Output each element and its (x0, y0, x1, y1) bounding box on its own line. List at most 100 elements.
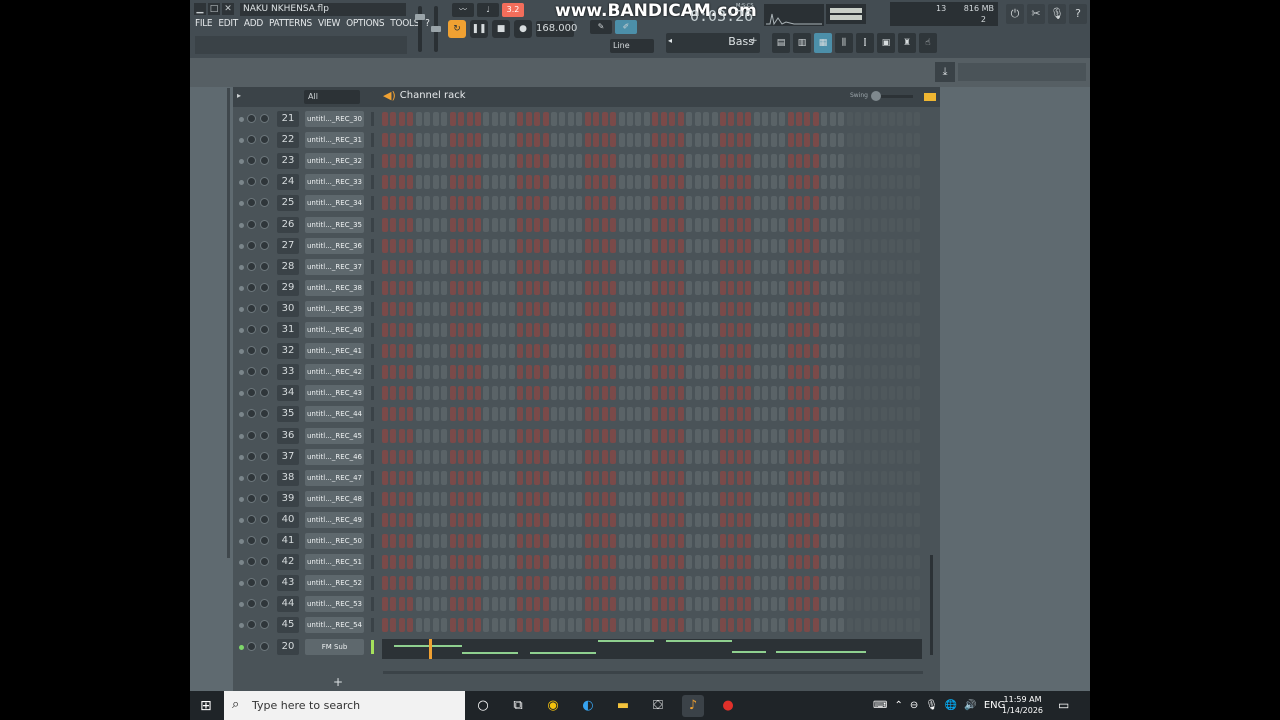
step-button[interactable] (771, 112, 777, 126)
step-button[interactable] (813, 534, 819, 548)
step-button[interactable] (864, 133, 870, 147)
step-button[interactable] (669, 555, 675, 569)
step-button[interactable] (627, 576, 633, 590)
step-button[interactable] (830, 196, 836, 210)
step-button[interactable] (754, 555, 760, 569)
step-button[interactable] (686, 302, 692, 316)
mixer-track-number[interactable]: 25 (277, 195, 299, 211)
step-button[interactable] (712, 597, 718, 611)
step-button[interactable] (703, 281, 709, 295)
step-button[interactable] (475, 597, 481, 611)
tools-icon[interactable]: ✂ (1027, 4, 1045, 24)
step-button[interactable] (568, 555, 574, 569)
step-button[interactable] (644, 513, 650, 527)
step-button[interactable] (576, 407, 582, 421)
step-button[interactable] (754, 365, 760, 379)
step-button[interactable] (390, 407, 396, 421)
step-button[interactable] (475, 555, 481, 569)
step-button[interactable] (720, 281, 726, 295)
step-button[interactable] (467, 154, 473, 168)
step-button[interactable] (788, 196, 794, 210)
step-button[interactable] (635, 365, 641, 379)
channel-select-led[interactable] (239, 286, 244, 291)
step-button[interactable] (686, 576, 692, 590)
step-button[interactable] (534, 260, 540, 274)
step-button[interactable] (627, 386, 633, 400)
step-button[interactable] (483, 407, 489, 421)
step-button[interactable] (559, 365, 565, 379)
step-button[interactable] (543, 239, 549, 253)
step-button[interactable] (889, 281, 895, 295)
channel-name-button[interactable]: untitl..._REC_46 (305, 449, 364, 465)
step-button[interactable] (593, 344, 599, 358)
step-button[interactable] (838, 112, 844, 126)
step-button[interactable] (407, 429, 413, 443)
step-button[interactable] (416, 112, 422, 126)
step-button[interactable] (593, 218, 599, 232)
step-button[interactable] (712, 133, 718, 147)
step-button[interactable] (661, 555, 667, 569)
step-button[interactable] (602, 513, 608, 527)
step-button[interactable] (897, 450, 903, 464)
step-button[interactable] (500, 407, 506, 421)
step-button[interactable] (390, 112, 396, 126)
step-button[interactable] (864, 429, 870, 443)
step-button[interactable] (416, 407, 422, 421)
step-button[interactable] (720, 407, 726, 421)
step-button[interactable] (559, 344, 565, 358)
step-button[interactable] (855, 175, 861, 189)
step-button[interactable] (678, 323, 684, 337)
step-button[interactable] (720, 196, 726, 210)
step-button[interactable] (838, 492, 844, 506)
step-button[interactable] (416, 344, 422, 358)
step-button[interactable] (534, 576, 540, 590)
step-button[interactable] (619, 239, 625, 253)
step-button[interactable] (745, 112, 751, 126)
step-button[interactable] (661, 513, 667, 527)
step-button[interactable] (382, 386, 388, 400)
step-button[interactable] (771, 450, 777, 464)
pan-knob[interactable] (247, 346, 256, 355)
step-button[interactable] (864, 471, 870, 485)
step-button[interactable] (695, 365, 701, 379)
step-button[interactable] (712, 365, 718, 379)
step-button[interactable] (661, 302, 667, 316)
step-button[interactable] (652, 471, 658, 485)
step-button[interactable] (728, 239, 734, 253)
step-button[interactable] (517, 260, 523, 274)
step-button[interactable] (458, 281, 464, 295)
step-button[interactable] (483, 154, 489, 168)
step-button[interactable] (424, 429, 430, 443)
step-button[interactable] (619, 618, 625, 632)
step-button[interactable] (407, 133, 413, 147)
step-button[interactable] (602, 429, 608, 443)
step-button[interactable] (390, 386, 396, 400)
channel-select-led[interactable] (239, 560, 244, 565)
step-button[interactable] (534, 450, 540, 464)
step-button[interactable] (534, 513, 540, 527)
step-button[interactable] (576, 344, 582, 358)
step-button[interactable] (652, 323, 658, 337)
step-button[interactable] (424, 260, 430, 274)
step-button[interactable] (407, 260, 413, 274)
step-button[interactable] (593, 597, 599, 611)
channel-selector[interactable] (371, 302, 374, 316)
step-button[interactable] (864, 302, 870, 316)
step-button[interactable] (382, 196, 388, 210)
step-button[interactable] (500, 281, 506, 295)
step-button[interactable] (771, 302, 777, 316)
step-button[interactable] (644, 471, 650, 485)
channel-selector[interactable] (371, 260, 374, 274)
step-button[interactable] (737, 239, 743, 253)
step-button[interactable] (467, 450, 473, 464)
step-button[interactable] (855, 618, 861, 632)
step-button[interactable] (762, 386, 768, 400)
channel-selector[interactable] (371, 323, 374, 337)
step-button[interactable] (534, 365, 540, 379)
step-button[interactable] (500, 471, 506, 485)
step-button[interactable] (602, 407, 608, 421)
step-button[interactable] (881, 133, 887, 147)
step-button[interactable] (382, 218, 388, 232)
step-button[interactable] (492, 133, 498, 147)
step-button[interactable] (788, 281, 794, 295)
